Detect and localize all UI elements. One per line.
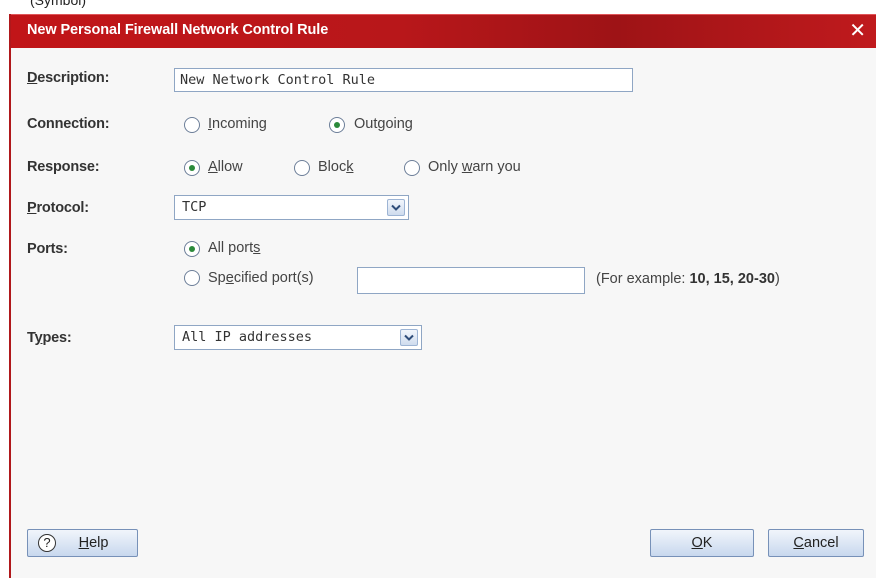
all-ports-radio[interactable] (184, 241, 200, 257)
types-value: All IP addresses (182, 329, 313, 345)
dialog-title: New Personal Firewall Network Control Ru… (27, 22, 329, 38)
block-label[interactable]: Block (318, 159, 353, 175)
ok-button[interactable]: OK (650, 529, 754, 557)
block-radio[interactable] (294, 160, 310, 176)
chevron-down-icon[interactable] (387, 199, 405, 216)
types-label: Types: (27, 330, 72, 346)
incoming-label[interactable]: Incoming (208, 116, 267, 132)
allow-radio[interactable] (184, 160, 200, 176)
protocol-value: TCP (182, 199, 207, 215)
close-icon[interactable]: ✕ (849, 18, 866, 43)
top-strip-text: (Symbol) (30, 0, 87, 8)
specified-ports-input[interactable] (357, 267, 585, 294)
outgoing-label[interactable]: Outgoing (354, 116, 413, 132)
description-input[interactable] (174, 68, 633, 92)
allow-label[interactable]: Allow (208, 159, 243, 175)
types-select[interactable]: All IP addresses (174, 325, 422, 350)
warn-radio[interactable] (404, 160, 420, 176)
warn-label[interactable]: Only warn you (428, 159, 521, 175)
response-label: Response: (27, 159, 100, 175)
description-label: Description: (27, 70, 110, 86)
cancel-button[interactable]: Cancel (768, 529, 864, 557)
dialog-window: New Personal Firewall Network Control Ru… (9, 14, 876, 578)
connection-label: Connection: (27, 116, 110, 132)
help-button[interactable]: ? Help (27, 529, 138, 557)
ports-example-text: (For example: 10, 15, 20-30) (596, 271, 780, 287)
protocol-select[interactable]: TCP (174, 195, 409, 220)
specified-ports-label[interactable]: Specified port(s) (208, 270, 314, 286)
outgoing-radio[interactable] (329, 117, 345, 133)
title-bar: New Personal Firewall Network Control Ru… (11, 14, 876, 48)
radio-selected-dot (189, 246, 195, 252)
specified-ports-radio[interactable] (184, 270, 200, 286)
radio-selected-dot (189, 165, 195, 171)
all-ports-label[interactable]: All ports (208, 240, 260, 256)
radio-selected-dot (334, 122, 340, 128)
help-icon: ? (38, 534, 56, 552)
incoming-radio[interactable] (184, 117, 200, 133)
chevron-down-icon[interactable] (400, 329, 418, 346)
protocol-label: Protocol: (27, 200, 89, 216)
ports-label: Ports: (27, 241, 68, 257)
